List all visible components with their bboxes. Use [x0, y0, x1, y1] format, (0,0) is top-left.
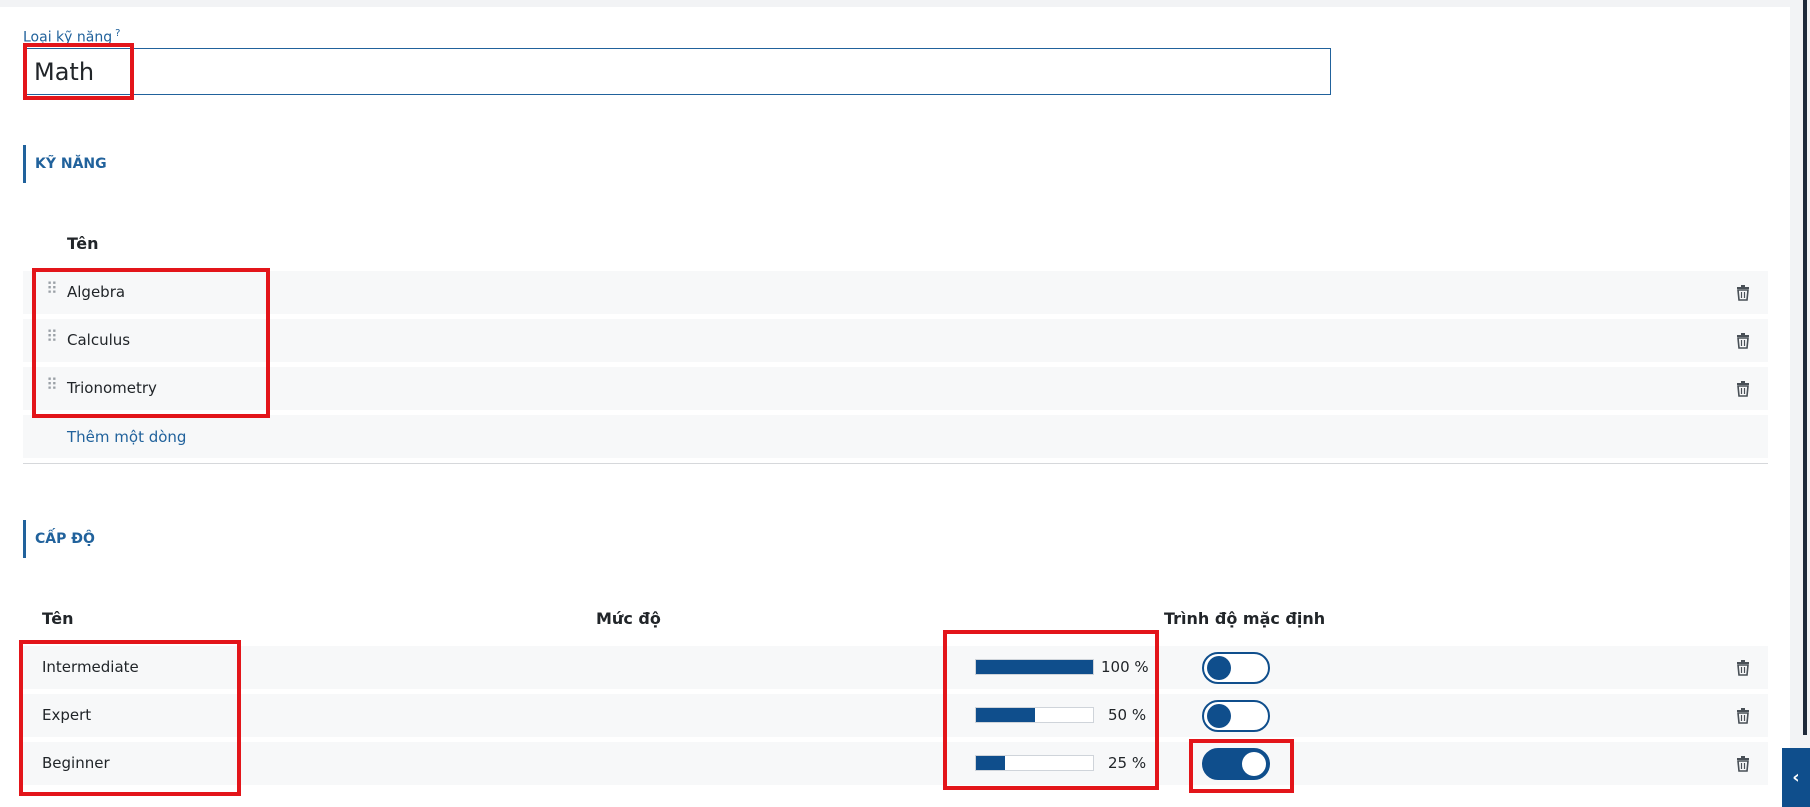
level-progress-label: 25 %	[1108, 754, 1147, 772]
right-gutter	[1790, 0, 1810, 807]
level-progress-bar[interactable]	[975, 755, 1094, 771]
section-divider	[23, 463, 1768, 464]
chevron-left-icon[interactable]: ‹	[1782, 748, 1810, 807]
levels-column-name: Tên	[42, 609, 74, 628]
level-progress-label: 50 %	[1108, 706, 1147, 724]
level-row[interactable]: Beginner 25 %	[23, 742, 1768, 785]
add-line-row: Thêm một dòng	[23, 415, 1768, 458]
level-progress-bar[interactable]	[975, 659, 1094, 675]
scrollbar[interactable]	[1803, 0, 1807, 735]
skill-name[interactable]: Algebra	[67, 283, 125, 301]
skills-column-name: Tên	[67, 234, 99, 253]
level-row[interactable]: Intermediate 100 %	[23, 646, 1768, 689]
progress-fill	[976, 756, 1006, 770]
drag-handle-icon[interactable]: ⠿	[46, 377, 58, 393]
trash-icon[interactable]	[1736, 381, 1750, 397]
trash-icon[interactable]	[1736, 285, 1750, 301]
progress-fill	[976, 708, 1035, 722]
skill-row[interactable]: ⠿ Algebra	[23, 271, 1768, 314]
trash-icon[interactable]	[1736, 660, 1750, 676]
trash-icon[interactable]	[1736, 333, 1750, 349]
skill-type-label: Loại kỹ năng?	[23, 28, 120, 46]
top-strip	[0, 0, 1810, 7]
skill-row[interactable]: ⠿ Calculus	[23, 319, 1768, 362]
levels-column-level: Mức độ	[596, 609, 661, 628]
progress-fill	[976, 660, 1093, 674]
skill-type-label-text: Loại kỹ năng	[23, 29, 113, 46]
level-name[interactable]: Intermediate	[42, 658, 139, 676]
level-name[interactable]: Expert	[42, 706, 91, 724]
default-level-toggle[interactable]	[1202, 748, 1270, 780]
default-level-toggle[interactable]	[1202, 700, 1270, 732]
levels-section-title: CẤP ĐỘ	[23, 520, 95, 558]
skills-section-title: KỸ NĂNG	[23, 145, 107, 183]
drag-handle-icon[interactable]: ⠿	[46, 329, 58, 345]
help-tooltip-icon[interactable]: ?	[115, 28, 120, 39]
toggle-knob	[1207, 656, 1231, 680]
trash-icon[interactable]	[1736, 708, 1750, 724]
toggle-knob	[1207, 704, 1231, 728]
default-level-toggle[interactable]	[1202, 652, 1270, 684]
trash-icon[interactable]	[1736, 756, 1750, 772]
add-line-link[interactable]: Thêm một dòng	[67, 428, 186, 446]
levels-column-default: Trình độ mặc định	[1164, 609, 1326, 628]
skill-type-input[interactable]	[23, 48, 1331, 95]
skill-row[interactable]: ⠿ Trionometry	[23, 367, 1768, 410]
level-row[interactable]: Expert 50 %	[23, 694, 1768, 737]
level-progress-bar[interactable]	[975, 707, 1094, 723]
skill-name[interactable]: Trionometry	[67, 379, 157, 397]
skill-name[interactable]: Calculus	[67, 331, 130, 349]
toggle-knob	[1242, 752, 1266, 776]
level-name[interactable]: Beginner	[42, 754, 110, 772]
level-progress-label: 100 %	[1101, 658, 1149, 676]
drag-handle-icon[interactable]: ⠿	[46, 281, 58, 297]
